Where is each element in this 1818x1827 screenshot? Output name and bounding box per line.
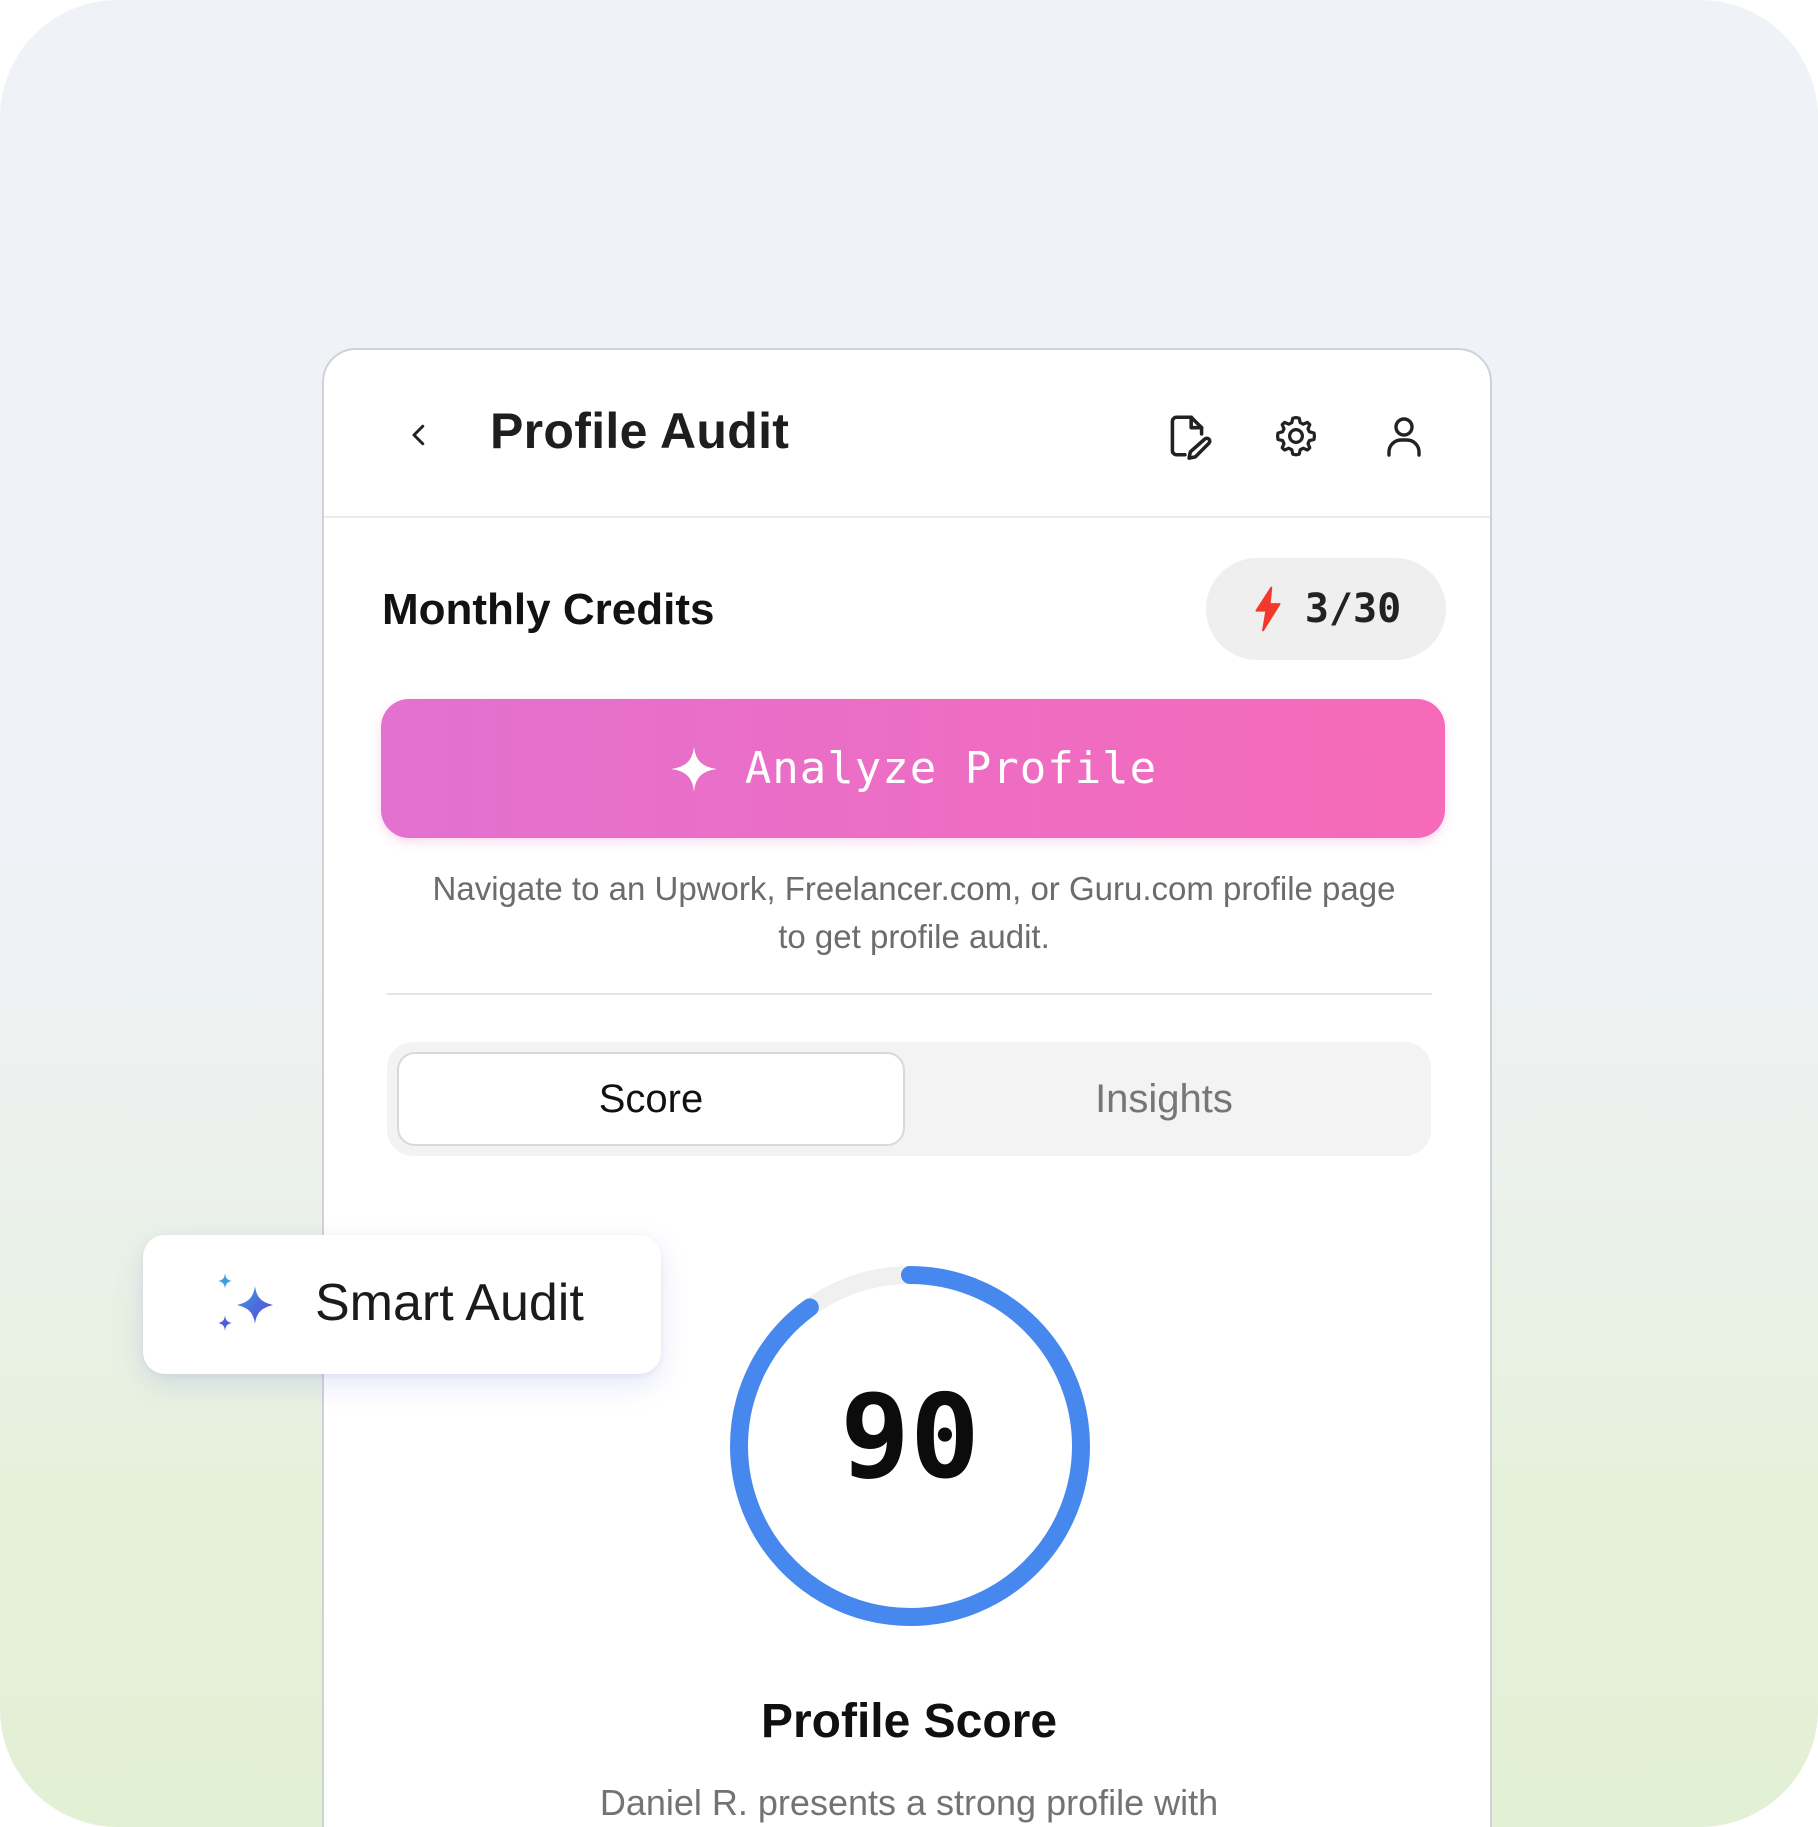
tab-score[interactable]: Score bbox=[397, 1052, 905, 1146]
extension-panel: Profile Audit Monthly Credits 3/30 Analy… bbox=[322, 348, 1492, 1827]
app-background: Profile Audit Monthly Credits 3/30 Analy… bbox=[0, 0, 1818, 1827]
smart-audit-badge: Smart Audit bbox=[143, 1235, 661, 1374]
tab-insights[interactable]: Insights bbox=[907, 1052, 1421, 1146]
score-description: Daniel R. presents a strong profile with bbox=[599, 1782, 1219, 1823]
helper-text-line-1: Navigate to an Upwork, Freelancer.com, o… bbox=[432, 870, 1396, 907]
lightning-bolt-icon bbox=[1255, 586, 1281, 632]
chevron-left-icon bbox=[412, 424, 425, 446]
smart-audit-label: Smart Audit bbox=[315, 1274, 584, 1332]
profile-button[interactable] bbox=[1376, 408, 1432, 464]
edit-button[interactable] bbox=[1159, 408, 1215, 464]
helper-text: Navigate to an Upwork, Freelancer.com, o… bbox=[364, 865, 1464, 961]
analyze-profile-button[interactable]: Analyze Profile bbox=[381, 699, 1445, 838]
view-tabs: Score Insights bbox=[387, 1042, 1431, 1156]
back-button[interactable] bbox=[394, 410, 444, 460]
sparkles-icon bbox=[218, 1273, 273, 1331]
gear-icon bbox=[1276, 416, 1316, 457]
helper-text-line-2: to get profile audit. bbox=[778, 918, 1050, 955]
edit-document-icon bbox=[1170, 415, 1212, 460]
page-title: Profile Audit bbox=[490, 403, 790, 459]
credits-value: 3/30 bbox=[1304, 586, 1402, 632]
monthly-credits-label: Monthly Credits bbox=[382, 585, 715, 634]
section-divider bbox=[387, 993, 1432, 995]
sparkle-icon bbox=[670, 745, 717, 792]
credits-counter: 3/30 bbox=[1206, 558, 1446, 660]
score-title: Profile Score bbox=[760, 1695, 1058, 1748]
user-icon bbox=[1387, 417, 1421, 457]
settings-button[interactable] bbox=[1268, 408, 1324, 464]
analyze-profile-label: Analyze Profile bbox=[744, 743, 1158, 794]
score-value: 90 bbox=[840, 1370, 980, 1505]
